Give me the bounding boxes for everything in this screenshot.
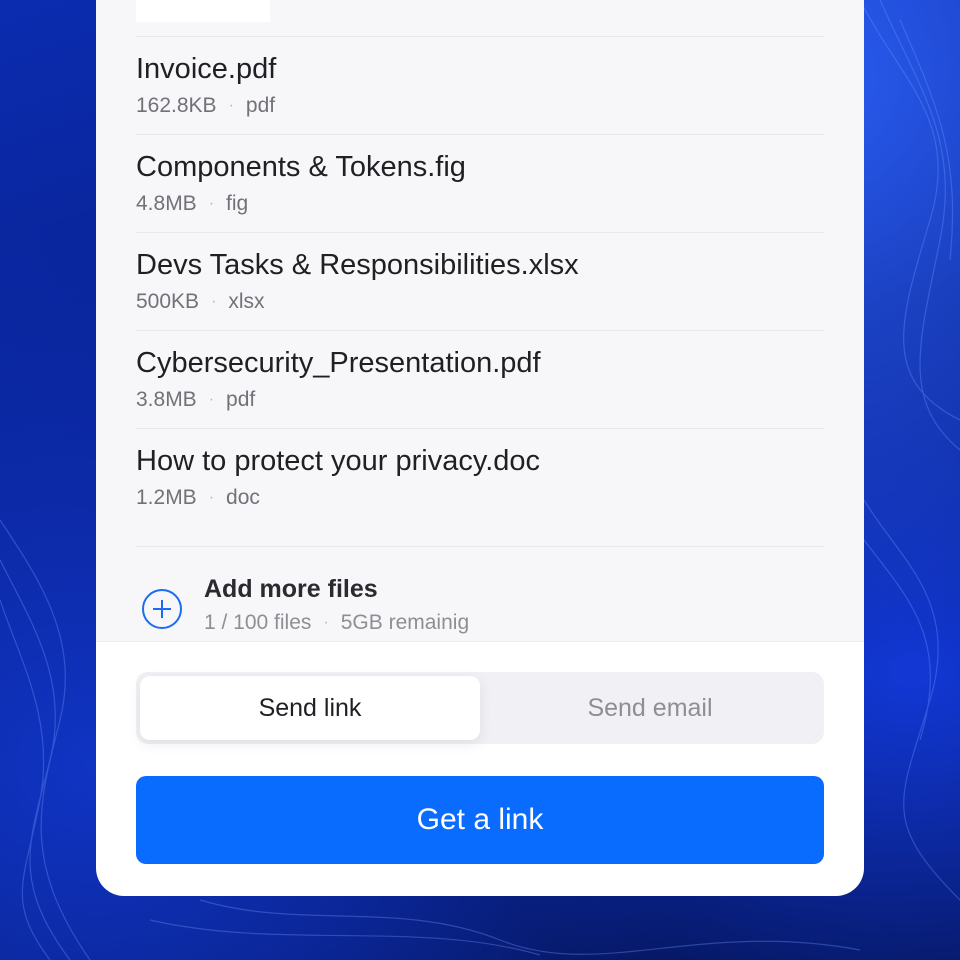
- file-type: pdf: [245, 94, 276, 117]
- get-link-button[interactable]: Get a link: [136, 776, 824, 864]
- add-more-files-label: Add more files: [204, 575, 378, 603]
- file-count: 1 / 100 files: [204, 611, 312, 634]
- file-type: fig: [226, 192, 249, 215]
- file-size: 1.2MB: [136, 486, 197, 509]
- file-meta: 500KB · xlsx: [136, 290, 265, 314]
- file-size: 162.8KB: [136, 94, 217, 117]
- file-meta: 4.8MB · fig: [136, 192, 248, 216]
- send-email-tab[interactable]: Send email: [480, 676, 820, 740]
- send-mode-toggle: Send link Send email: [136, 672, 824, 744]
- file-meta: 162.8KB · pdf: [136, 94, 275, 118]
- plus-circle-icon[interactable]: [142, 589, 182, 629]
- separator-dot: ·: [208, 489, 215, 506]
- file-thumbnail: [136, 0, 270, 22]
- storage-remaining: 5GB remainig: [340, 611, 470, 634]
- file-row[interactable]: Components & Tokens.fig 4.8MB · fig: [136, 134, 824, 232]
- file-list: Invoice.pdf 162.8KB · pdf Components & Tok…: [136, 36, 824, 526]
- file-size: 3.8MB: [136, 388, 197, 411]
- share-card: Invoice.pdf 162.8KB · pdf Components & Tok…: [96, 0, 864, 896]
- file-row[interactable]: Devs Tasks & Responsibilities.xlsx 500KB…: [136, 232, 824, 330]
- file-row[interactable]: How to protect your privacy.doc 1.2MB · do…: [136, 428, 824, 526]
- file-name: Devs Tasks & Responsibilities.xlsx: [136, 249, 579, 281]
- separator-dot: ·: [228, 97, 234, 114]
- file-size: 500KB: [136, 290, 200, 313]
- separator-dot: ·: [211, 293, 217, 310]
- file-row[interactable]: Invoice.pdf 162.8KB · pdf: [136, 36, 824, 134]
- separator-dot: ·: [208, 195, 215, 212]
- send-link-tab[interactable]: Send link: [140, 676, 480, 740]
- file-size: 4.8MB: [136, 192, 197, 215]
- file-name: Components & Tokens.fig: [136, 151, 466, 183]
- file-meta: 3.8MB · pdf: [136, 388, 255, 412]
- files-panel: Invoice.pdf 162.8KB · pdf Components & Tok…: [96, 0, 864, 642]
- file-name: Cybersecurity_Presentation.pdf: [136, 347, 541, 379]
- add-more-files-button[interactable]: Add more files 1 / 100 files · 5GB remaini…: [136, 546, 824, 634]
- file-type: pdf: [226, 388, 256, 411]
- upload-quota: 1 / 100 files · 5GB remainig: [204, 611, 469, 635]
- file-name: Invoice.pdf: [136, 53, 277, 85]
- file-type: doc: [226, 486, 260, 509]
- separator-dot: ·: [323, 614, 329, 631]
- separator-dot: ·: [208, 391, 215, 408]
- file-name: How to protect your privacy.doc: [136, 445, 541, 477]
- file-meta: 1.2MB · doc: [136, 486, 260, 510]
- file-type: xlsx: [228, 290, 265, 313]
- file-row[interactable]: Cybersecurity_Presentation.pdf 3.8MB · pdf: [136, 330, 824, 428]
